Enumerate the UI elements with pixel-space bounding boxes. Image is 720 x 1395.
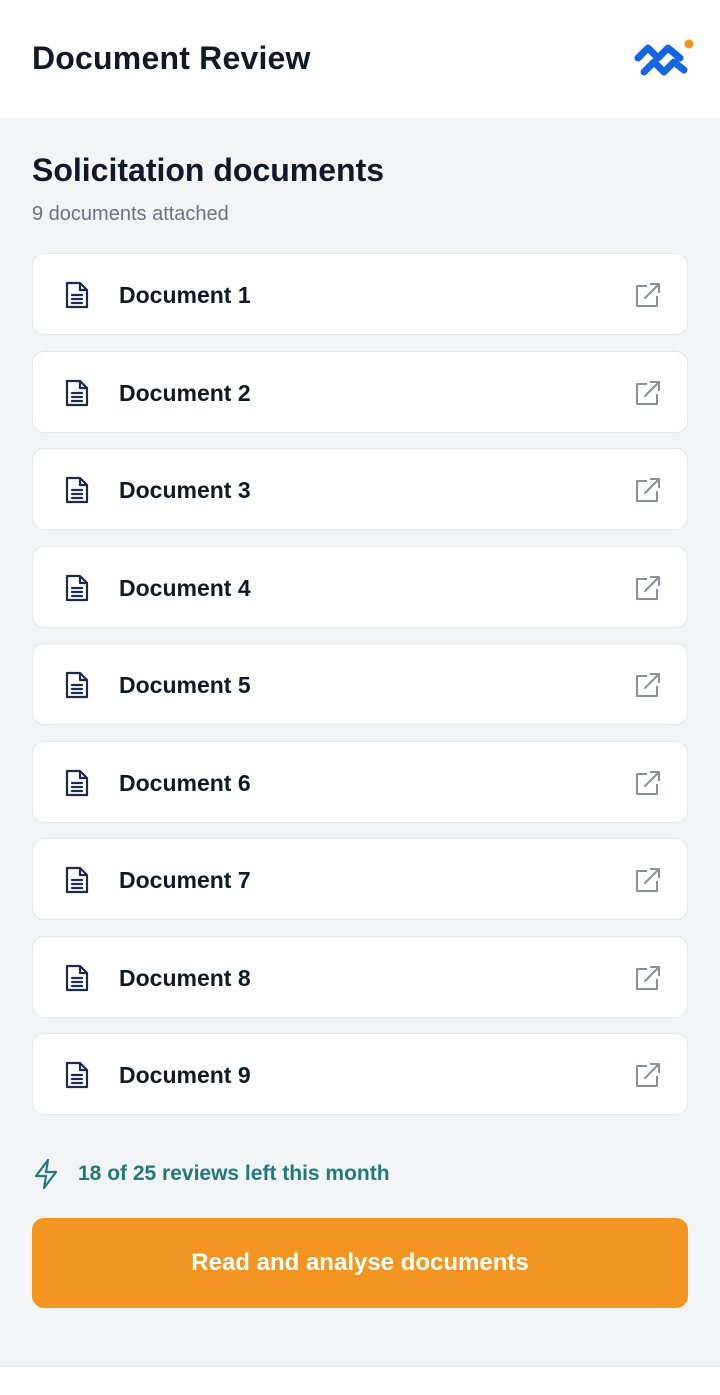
file-text-icon (65, 671, 89, 699)
documents-count: 9 documents attached (32, 203, 229, 225)
document-item[interactable]: Document 3 (32, 448, 688, 530)
document-label: Document 5 (119, 672, 251, 698)
external-link-icon[interactable] (633, 964, 661, 992)
document-label: Document 1 (119, 282, 251, 308)
document-label: Document 3 (119, 477, 251, 503)
file-text-icon (65, 476, 89, 504)
file-text-icon (65, 769, 89, 796)
external-link-icon[interactable] (633, 1061, 661, 1089)
external-link-icon[interactable] (633, 281, 661, 309)
external-link-icon[interactable] (633, 476, 661, 504)
file-text-icon (65, 281, 89, 309)
file-text-icon (65, 574, 89, 601)
external-link-icon[interactable] (633, 379, 661, 407)
read-and-analyse-button[interactable]: Read and analyse documents (32, 1218, 688, 1308)
lightning-bolt-icon (34, 1158, 58, 1190)
file-text-icon (65, 964, 89, 991)
document-label: Document 4 (119, 574, 251, 601)
bottom-bar (0, 1366, 720, 1395)
external-link-icon[interactable] (633, 769, 661, 797)
file-text-icon (65, 866, 89, 894)
section-title: Solicitation documents (32, 152, 385, 188)
app-header: Document Review (0, 0, 720, 118)
document-item[interactable]: Document 6 (32, 740, 688, 823)
reviews-remaining: 18 of 25 reviews left this month (32, 1157, 390, 1191)
document-label: Document 8 (119, 964, 251, 991)
external-link-icon[interactable] (633, 671, 661, 699)
document-item[interactable]: Document 7 (32, 838, 688, 920)
document-label: Document 2 (119, 379, 251, 406)
document-item[interactable]: Document 9 (32, 1033, 688, 1115)
document-item[interactable]: Document 2 (32, 350, 688, 433)
document-item[interactable]: Document 4 (32, 545, 688, 628)
file-text-icon (65, 379, 89, 406)
document-label: Document 7 (119, 867, 251, 893)
page-title: Document Review (32, 40, 311, 76)
document-list: Document 1 Document 2 Document 3 Documen… (32, 253, 688, 1131)
document-label: Document 9 (119, 1062, 251, 1088)
file-text-icon (65, 1061, 89, 1089)
document-item[interactable]: Document 8 (32, 935, 688, 1018)
document-item[interactable]: Document 1 (32, 253, 688, 335)
external-link-icon[interactable] (633, 866, 661, 894)
brand-logo-icon[interactable] (634, 38, 696, 82)
document-item[interactable]: Document 5 (32, 643, 688, 725)
reviews-remaining-text: 18 of 25 reviews left this month (78, 1162, 390, 1185)
external-link-icon[interactable] (633, 574, 661, 602)
document-label: Document 6 (119, 769, 251, 796)
